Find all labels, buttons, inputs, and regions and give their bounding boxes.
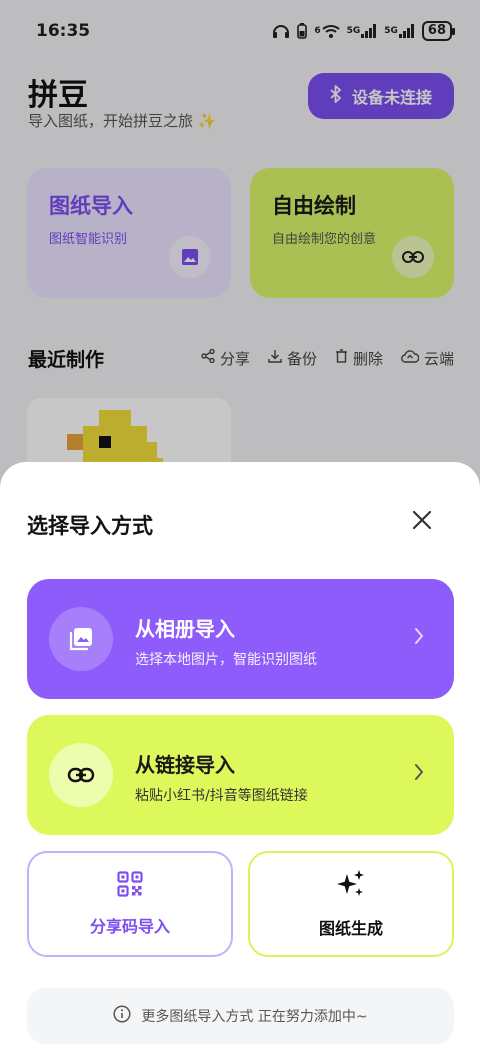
album-option-subtitle: 选择本地图片，智能识别图纸 (135, 652, 317, 668)
sparkles-icon (336, 869, 366, 903)
link-icon (49, 743, 113, 807)
link-option-title: 从链接导入 (135, 753, 235, 777)
qr-code-icon (117, 871, 143, 901)
import-from-link-button[interactable]: 从链接导入 粘贴小红书/抖音等图纸链接 (27, 715, 454, 835)
info-icon (113, 1005, 131, 1027)
share-code-import-button[interactable]: 分享码导入 (27, 851, 233, 957)
album-option-title: 从相册导入 (135, 617, 235, 641)
chevron-right-icon (414, 627, 424, 649)
import-from-album-button[interactable]: 从相册导入 选择本地图片，智能识别图纸 (27, 579, 454, 699)
generate-pattern-button[interactable]: 图纸生成 (248, 851, 454, 957)
import-method-sheet: 选择导入方式 从相册导入 选择本地图片，智能识别图纸 从链接导入 粘贴小红书/抖… (0, 462, 480, 1057)
sheet-title: 选择导入方式 (27, 514, 153, 538)
close-icon (412, 510, 432, 530)
photo-library-icon (49, 607, 113, 671)
close-button[interactable] (408, 506, 436, 534)
info-text: 更多图纸导入方式 正在努力添加中~ (141, 1009, 368, 1025)
share-code-label: 分享码导入 (89, 917, 170, 936)
link-option-subtitle: 粘贴小红书/抖音等图纸链接 (135, 788, 308, 804)
generate-pattern-label: 图纸生成 (318, 919, 383, 938)
info-notice: 更多图纸导入方式 正在努力添加中~ (27, 988, 454, 1044)
chevron-right-icon (414, 763, 424, 785)
